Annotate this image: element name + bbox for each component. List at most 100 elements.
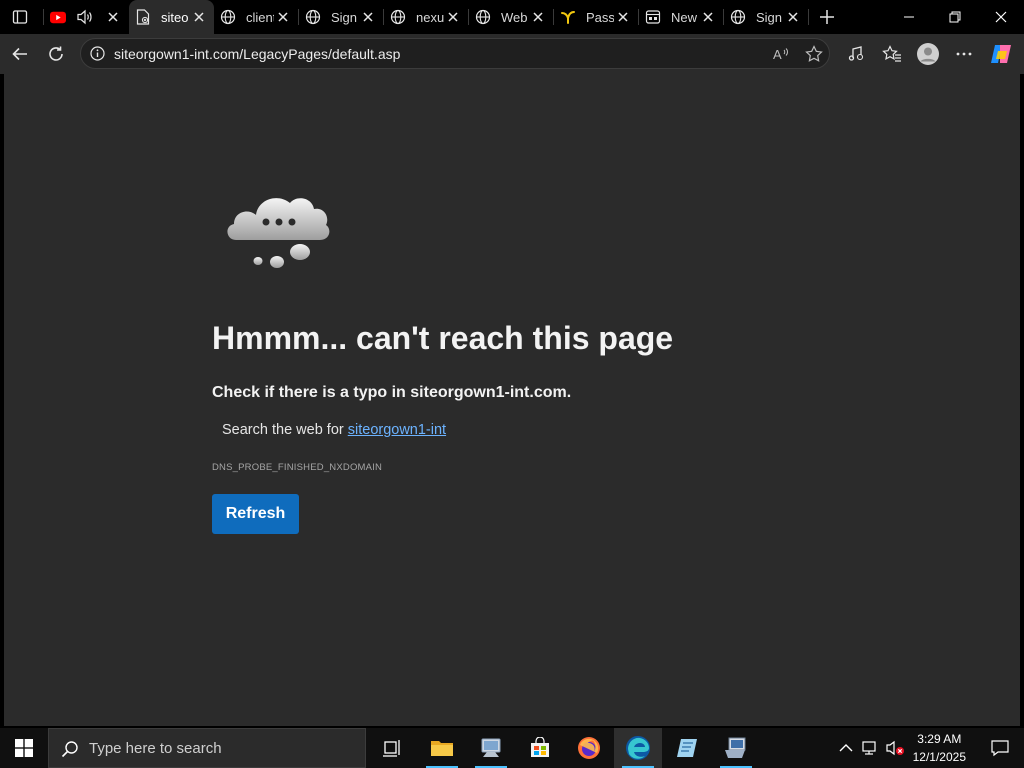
url-text: siteorgown1-int.com/LegacyPages/default.… bbox=[114, 46, 401, 62]
close-tab-icon[interactable] bbox=[531, 10, 545, 24]
restore-icon bbox=[949, 11, 961, 23]
start-button[interactable] bbox=[0, 728, 48, 768]
tab-nexus[interactable]: nexus bbox=[384, 0, 468, 34]
speaker-icon[interactable] bbox=[76, 9, 94, 25]
minimize-button[interactable] bbox=[886, 0, 932, 34]
tab-title: siteorgown1-int.com bbox=[161, 9, 189, 25]
remote-desktop-icon bbox=[481, 738, 501, 757]
globe-icon bbox=[305, 9, 321, 25]
search-icon bbox=[61, 741, 78, 758]
typo-hint: Check if there is a typo in siteorgown1-… bbox=[212, 384, 572, 401]
network-icon bbox=[862, 741, 876, 755]
tab-title: Sign in bbox=[756, 9, 784, 25]
close-tab-icon[interactable] bbox=[786, 10, 800, 24]
favorites-button[interactable] bbox=[876, 38, 908, 70]
tab-sign-in-2[interactable]: Sign in bbox=[724, 0, 808, 34]
tab-separator bbox=[808, 9, 809, 25]
clock-time: 3:29 AM bbox=[917, 732, 962, 746]
new-tab-button[interactable] bbox=[811, 1, 843, 33]
taskbar-app-blue[interactable] bbox=[663, 728, 711, 768]
thinking-cloud-icon bbox=[227, 198, 330, 268]
tab-title: Sign in bbox=[331, 9, 359, 25]
taskbar-file-explorer[interactable] bbox=[418, 728, 466, 768]
yellow-logo-icon bbox=[560, 9, 576, 25]
more-icon bbox=[956, 52, 972, 56]
reload-button[interactable] bbox=[40, 38, 72, 70]
taskbar-edge[interactable] bbox=[614, 728, 662, 768]
address-bar[interactable]: siteorgown1-int.com/LegacyPages/default.… bbox=[80, 38, 830, 69]
close-tab-icon[interactable] bbox=[701, 10, 715, 24]
search-suggestion: Search the web for siteorgown1-int bbox=[222, 422, 446, 438]
svg-text:A: A bbox=[773, 47, 782, 62]
copilot-button[interactable] bbox=[985, 38, 1017, 70]
tab-strip: siteorgown1-int.com client Sign in nexus… bbox=[0, 0, 1024, 34]
taskbar: Type here to search 3:29 AM 12/1/2025 bbox=[0, 728, 1024, 768]
avatar-icon bbox=[917, 43, 939, 65]
clock-date: 12/1/2025 bbox=[912, 750, 966, 764]
restore-button[interactable] bbox=[932, 0, 978, 34]
chevron-up-icon bbox=[839, 744, 853, 752]
taskbar-search-box[interactable]: Type here to search bbox=[48, 728, 366, 768]
globe-icon bbox=[475, 9, 491, 25]
back-arrow-icon bbox=[12, 47, 27, 61]
close-icon bbox=[995, 11, 1007, 23]
tab-title: nexus bbox=[416, 9, 444, 25]
favorites-icon bbox=[882, 45, 901, 62]
tab-actions-button[interactable] bbox=[4, 1, 36, 33]
info-icon[interactable] bbox=[90, 46, 105, 61]
tab-client[interactable]: client bbox=[214, 0, 298, 34]
refresh-button[interactable]: Refresh bbox=[212, 494, 299, 534]
close-tab-icon[interactable] bbox=[446, 10, 460, 24]
tab-passwords[interactable]: Passwords bbox=[554, 0, 638, 34]
tab-youtube[interactable] bbox=[44, 0, 128, 34]
favorite-star-icon[interactable] bbox=[805, 45, 823, 63]
globe-icon bbox=[220, 9, 236, 25]
settings-more-button[interactable] bbox=[948, 38, 980, 70]
minimize-icon bbox=[904, 16, 914, 18]
browser-toolbar: siteorgown1-int.com/LegacyPages/default.… bbox=[0, 34, 1024, 74]
folder-icon bbox=[431, 741, 453, 756]
taskbar-firefox[interactable] bbox=[565, 728, 613, 768]
task-view-button[interactable] bbox=[368, 728, 416, 768]
browser-essentials-button[interactable] bbox=[840, 38, 872, 70]
notification-icon bbox=[991, 740, 1009, 757]
close-tab-icon[interactable] bbox=[192, 10, 206, 24]
blue-document-icon bbox=[677, 739, 697, 757]
volume-status[interactable] bbox=[884, 728, 908, 768]
close-window-button[interactable] bbox=[978, 0, 1024, 34]
search-web-link[interactable]: siteorgown1-int bbox=[348, 422, 446, 438]
tab-title: client bbox=[246, 9, 274, 25]
taskbar-remote-desktop[interactable] bbox=[467, 728, 515, 768]
close-tab-icon[interactable] bbox=[616, 10, 630, 24]
back-button[interactable] bbox=[4, 38, 36, 70]
tab-title: New tab bbox=[671, 9, 699, 25]
music-icon bbox=[848, 46, 864, 61]
task-view-icon bbox=[383, 740, 400, 757]
network-status[interactable] bbox=[859, 728, 883, 768]
tab-siteorgown1[interactable]: siteorgown1-int.com bbox=[129, 0, 214, 34]
close-tab-icon[interactable] bbox=[276, 10, 290, 24]
tab-sign-in[interactable]: Sign in bbox=[299, 0, 383, 34]
show-hidden-icons-button[interactable] bbox=[834, 728, 858, 768]
profile-button[interactable] bbox=[912, 38, 944, 70]
tab-web[interactable]: Web bbox=[469, 0, 553, 34]
tab-new-tab[interactable]: New tab bbox=[639, 0, 723, 34]
page-content: Hmmm... can't reach this page Check if t… bbox=[4, 74, 1020, 726]
edge-icon bbox=[626, 736, 650, 760]
reload-icon bbox=[49, 46, 63, 61]
globe-icon bbox=[390, 9, 406, 25]
page-error-icon bbox=[135, 9, 151, 25]
firefox-icon bbox=[578, 737, 600, 759]
close-tab-icon[interactable] bbox=[106, 10, 120, 24]
error-code: DNS_PROBE_FINISHED_NXDOMAIN bbox=[212, 462, 383, 473]
tab-actions-icon bbox=[12, 10, 28, 24]
notifications-button[interactable] bbox=[980, 728, 1020, 768]
newtab-icon bbox=[645, 9, 661, 25]
close-tab-icon[interactable] bbox=[361, 10, 375, 24]
system-clock[interactable]: 3:29 AM 12/1/2025 bbox=[913, 730, 966, 766]
youtube-icon bbox=[50, 9, 66, 25]
taskbar-app-monitor[interactable] bbox=[712, 728, 760, 768]
store-icon bbox=[531, 737, 549, 757]
taskbar-store[interactable] bbox=[516, 728, 564, 768]
read-aloud-icon[interactable]: A bbox=[773, 46, 791, 62]
